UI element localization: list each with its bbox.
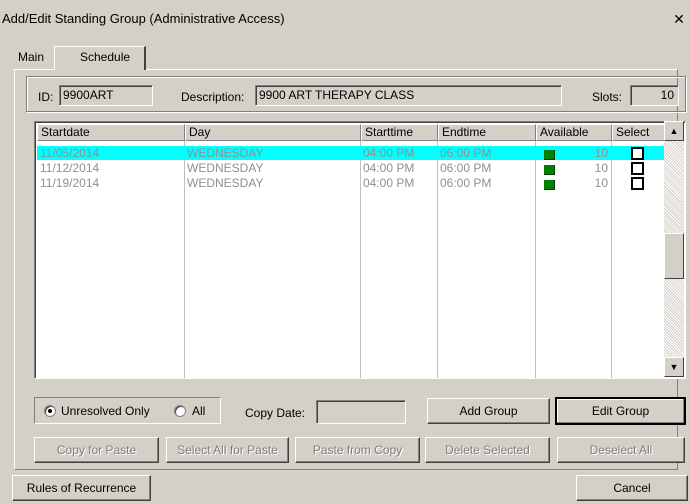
add-group-button[interactable]: Add Group: [427, 398, 550, 424]
cell-available: 10: [594, 176, 608, 190]
cell-starttime: 04:00 PM: [363, 176, 415, 190]
cell-available: 10: [594, 161, 608, 175]
description-label: Description:: [181, 90, 245, 104]
col-header-select[interactable]: Select: [612, 124, 667, 141]
cell-starttime: 04:00 PM: [363, 161, 415, 175]
table-row[interactable]: 11/05/2014 WEDNESDAY 04:00 PM 06:00 PM 1…: [37, 146, 667, 160]
copy-date-field[interactable]: [316, 400, 406, 424]
available-indicator-icon: [544, 180, 555, 190]
all-radio[interactable]: [174, 405, 186, 417]
available-indicator-icon: [544, 150, 555, 160]
all-label[interactable]: All: [192, 404, 205, 418]
col-header-startdate[interactable]: Startdate: [37, 124, 185, 141]
col-header-day[interactable]: Day: [185, 124, 361, 141]
unresolved-only-label[interactable]: Unresolved Only: [61, 404, 150, 418]
close-icon[interactable]: ✕: [670, 10, 688, 28]
tab-main[interactable]: Main: [14, 48, 54, 69]
slots-field[interactable]: 10: [630, 85, 679, 106]
paste-from-copy-button[interactable]: Paste from Copy: [295, 437, 420, 463]
dialog-window: Add/Edit Standing Group (Administrative …: [0, 0, 690, 504]
id-label: ID:: [38, 90, 54, 104]
select-checkbox[interactable]: [631, 147, 644, 160]
select-checkbox[interactable]: [631, 177, 644, 190]
cell-starttime: 04:00 PM: [363, 146, 415, 160]
slots-label: Slots:: [592, 90, 623, 104]
tab-schedule[interactable]: Schedule: [54, 46, 146, 70]
filter-radio-group: Unresolved Only All: [34, 397, 221, 424]
grid-vertical-scrollbar[interactable]: ▲ ▼: [664, 121, 684, 377]
col-header-available[interactable]: Available: [536, 124, 612, 141]
window-title: Add/Edit Standing Group (Administrative …: [2, 11, 285, 26]
cell-startdate: 11/05/2014: [40, 146, 100, 160]
deselect-all-button[interactable]: Deselect All: [557, 437, 685, 463]
table-row[interactable]: 11/19/2014 WEDNESDAY 04:00 PM 06:00 PM 1…: [37, 176, 667, 190]
cell-day: WEDNESDAY: [187, 146, 264, 160]
cell-endtime: 06:00 PM: [440, 146, 492, 160]
title-bar: Add/Edit Standing Group (Administrative …: [0, 8, 690, 30]
cell-endtime: 06:00 PM: [440, 176, 492, 190]
scroll-up-arrow-icon[interactable]: ▲: [664, 121, 684, 141]
cell-available: 10: [594, 146, 608, 160]
description-field[interactable]: 9900 ART THERAPY CLASS: [255, 85, 562, 106]
edit-group-button[interactable]: Edit Group: [555, 397, 686, 425]
rules-of-recurrence-button[interactable]: Rules of Recurrence: [12, 475, 151, 501]
select-checkbox[interactable]: [631, 162, 644, 175]
cancel-button[interactable]: Cancel: [576, 475, 688, 501]
cell-endtime: 06:00 PM: [440, 161, 492, 175]
id-field[interactable]: 9900ART: [59, 85, 153, 106]
available-indicator-icon: [544, 165, 555, 175]
table-row[interactable]: 11/12/2014 WEDNESDAY 04:00 PM 06:00 PM 1…: [37, 161, 667, 175]
cell-startdate: 11/19/2014: [40, 176, 100, 190]
delete-selected-button[interactable]: Delete Selected: [425, 437, 550, 463]
col-header-starttime[interactable]: Starttime: [361, 124, 438, 141]
cell-startdate: 11/12/2014: [40, 161, 100, 175]
copy-date-label: Copy Date:: [245, 406, 306, 420]
col-header-endtime[interactable]: Endtime: [438, 124, 536, 141]
unresolved-only-radio[interactable]: [44, 405, 56, 417]
scroll-thumb[interactable]: [664, 233, 684, 279]
copy-for-paste-button[interactable]: Copy for Paste: [34, 437, 159, 463]
select-all-for-paste-button[interactable]: Select All for Paste: [166, 437, 289, 463]
cell-day: WEDNESDAY: [187, 176, 264, 190]
scroll-down-arrow-icon[interactable]: ▼: [664, 357, 684, 377]
schedule-grid[interactable]: Startdate Day Starttime Endtime Availabl…: [34, 121, 686, 379]
cell-day: WEDNESDAY: [187, 161, 264, 175]
